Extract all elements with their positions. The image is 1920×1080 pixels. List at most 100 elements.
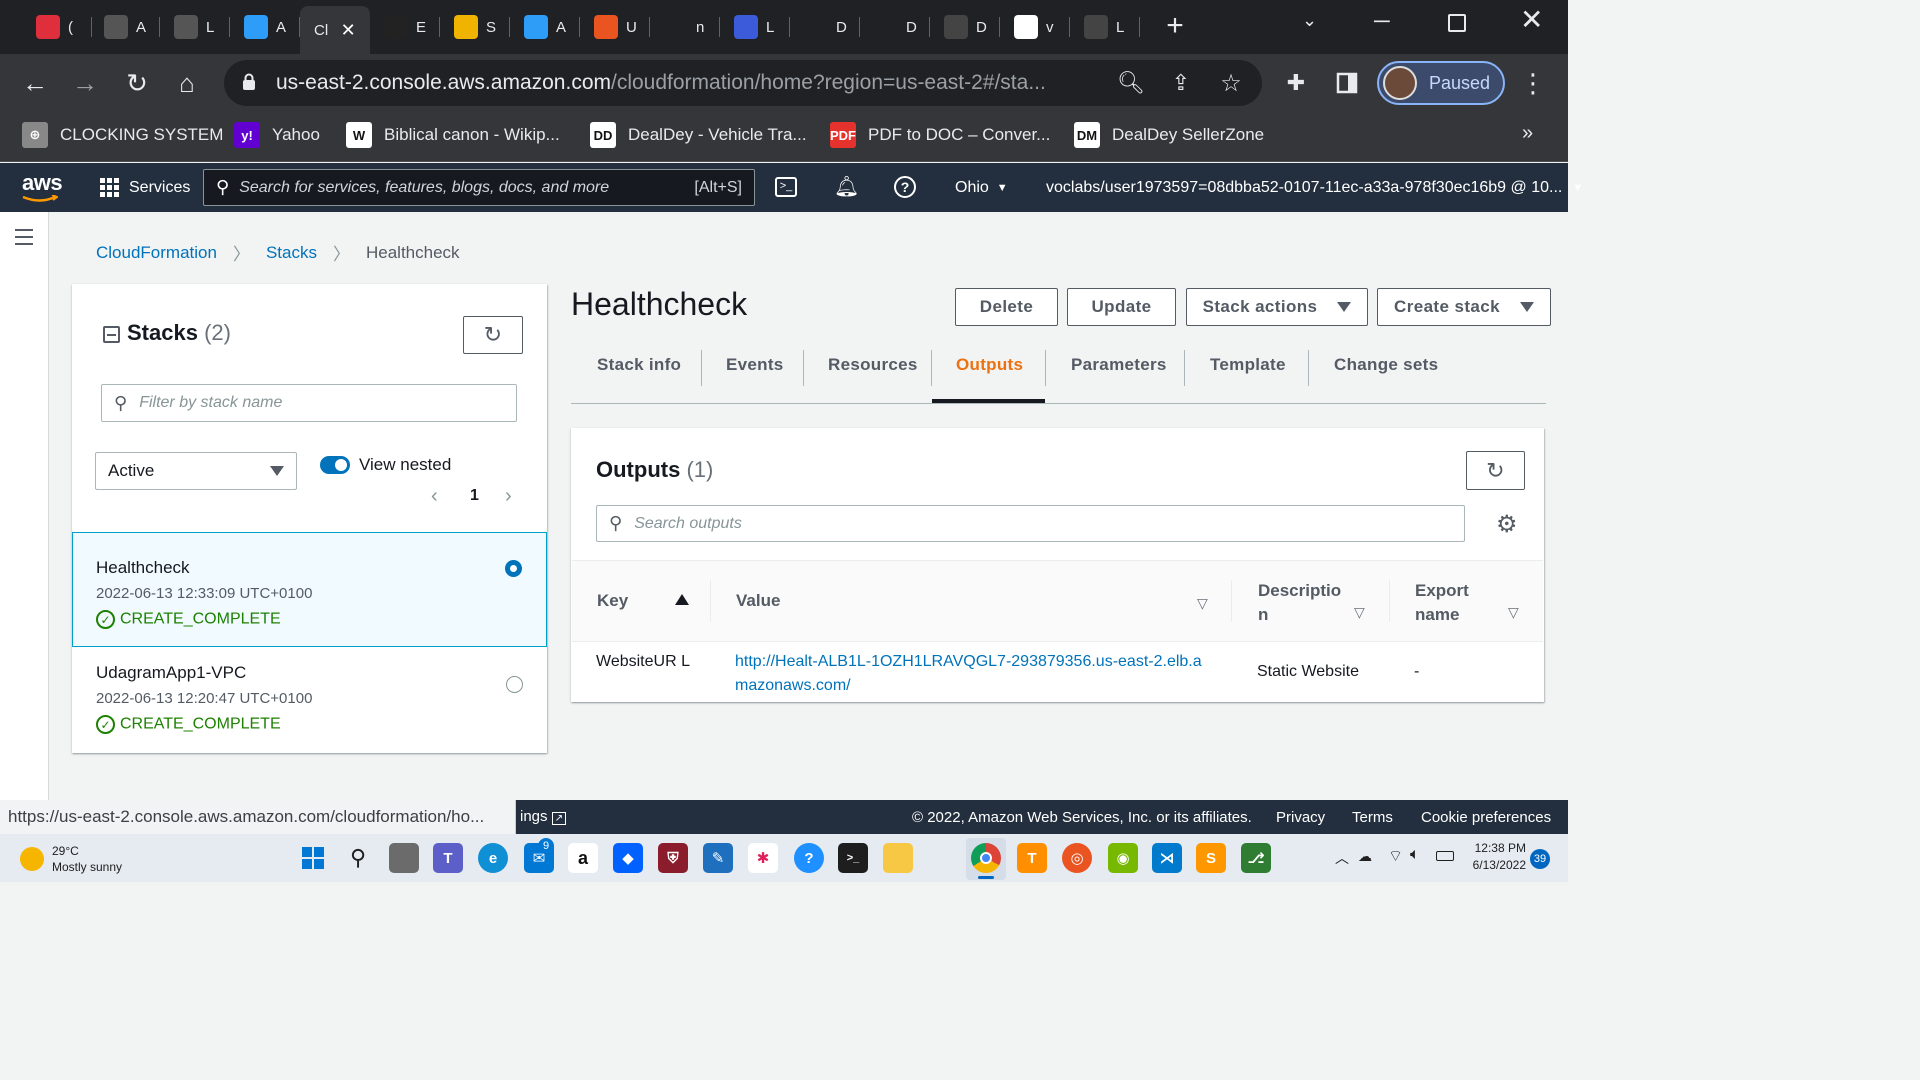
file-explorer-icon[interactable]: [883, 843, 913, 873]
browser-tab[interactable]: U: [580, 8, 650, 46]
delete-button[interactable]: Delete: [955, 288, 1058, 326]
chrome-icon[interactable]: [971, 843, 1001, 873]
refresh-outputs-button[interactable]: ↻: [1466, 451, 1525, 490]
tab-search-icon[interactable]: ⌄: [1302, 10, 1326, 34]
aws-logo[interactable]: aws: [22, 170, 63, 202]
tab-parameters[interactable]: Parameters: [1071, 355, 1167, 381]
browser-tab[interactable]: A: [90, 8, 160, 46]
browser-tab[interactable]: D: [790, 8, 860, 46]
filter-stacks-input[interactable]: ⚲ Filter by stack name: [101, 384, 517, 422]
column-header-value[interactable]: Value: [736, 591, 780, 611]
amazon-icon[interactable]: a: [568, 843, 598, 873]
tab-template[interactable]: Template: [1210, 355, 1286, 381]
update-button[interactable]: Update: [1067, 288, 1176, 326]
browser-tab[interactable]: Cl ✕: [300, 6, 370, 54]
aws-search-input[interactable]: ⚲ Search for services, features, blogs, …: [203, 169, 755, 206]
stack-name[interactable]: Healthcheck: [96, 558, 190, 578]
browser-tab[interactable]: A: [230, 8, 300, 46]
browser-tab[interactable]: L: [1070, 8, 1140, 46]
wifi-icon[interactable]: ⌔: [1388, 846, 1403, 866]
clock[interactable]: 12:38 PM 6/13/2022: [1462, 840, 1526, 874]
back-icon[interactable]: ←: [16, 64, 54, 102]
taskbar-search-icon[interactable]: ⚲: [343, 843, 373, 873]
page-number[interactable]: 1: [470, 487, 479, 505]
tab-resources[interactable]: Resources: [828, 355, 918, 381]
tab-outputs[interactable]: Outputs: [956, 355, 1023, 381]
account-menu[interactable]: voclabs/user1973597=08dbba52-0107-11ec-a…: [1046, 179, 1583, 197]
restore-button[interactable]: [1448, 14, 1466, 32]
services-menu[interactable]: Services: [100, 178, 190, 197]
zoom-icon[interactable]: 🔍︎: [1112, 64, 1150, 102]
profile-button[interactable]: Paused: [1377, 61, 1505, 105]
help-app-icon[interactable]: ?: [794, 843, 824, 873]
nvidia-icon[interactable]: ◉: [1108, 843, 1138, 873]
next-page-icon[interactable]: ›: [505, 485, 512, 508]
bookmark-item[interactable]: y! Yahoo: [234, 120, 320, 150]
cookie-preferences-link[interactable]: Cookie preferences: [1421, 809, 1551, 826]
dropbox-icon[interactable]: ◆: [613, 843, 643, 873]
breadcrumb-cloudformation[interactable]: CloudFormation: [96, 243, 217, 263]
edge-icon[interactable]: e: [478, 843, 508, 873]
sort-icon[interactable]: ▽: [1508, 604, 1519, 621]
privacy-link[interactable]: Privacy: [1276, 809, 1325, 826]
notifications-bell-icon[interactable]: 🔔︎: [834, 174, 859, 199]
terms-link[interactable]: Terms: [1352, 809, 1393, 826]
onedrive-icon[interactable]: ☁: [1358, 848, 1372, 865]
stack-actions-button[interactable]: Stack actions: [1186, 288, 1368, 326]
close-icon[interactable]: ✕: [336, 18, 361, 42]
search-outputs-input[interactable]: ⚲ Search outputs: [596, 505, 1465, 542]
terminal-icon[interactable]: >_: [838, 843, 868, 873]
address-bar[interactable]: us-east-2.console.aws.amazon.com/cloudfo…: [224, 60, 1262, 106]
tray-overflow-icon[interactable]: ︿: [1335, 848, 1349, 868]
minimize-button[interactable]: ─: [1374, 8, 1398, 33]
side-panel-icon[interactable]: [1328, 64, 1366, 102]
stack-radio[interactable]: [506, 676, 523, 693]
refresh-stacks-button[interactable]: ↻: [463, 316, 523, 354]
tensorflow-icon[interactable]: T: [1017, 843, 1047, 873]
stack-name[interactable]: UdagramApp1-VPC: [96, 663, 246, 683]
bookmark-item[interactable]: ⊕ CLOCKING SYSTEM: [22, 120, 223, 150]
volume-icon[interactable]: 🔈︎: [1410, 846, 1420, 864]
browser-tab[interactable]: A: [510, 8, 580, 46]
browser-tab[interactable]: D: [930, 8, 1000, 46]
prev-page-icon[interactable]: ‹: [431, 485, 438, 508]
output-value-link[interactable]: http://Healt-ALB1L-1OZH1LRAVQGL7-2938793…: [735, 650, 1205, 698]
battery-icon[interactable]: [1436, 851, 1454, 861]
collapse-panel-icon[interactable]: [103, 326, 120, 343]
new-tab-button[interactable]: +: [1160, 11, 1190, 42]
tool-app-icon[interactable]: ✎: [703, 843, 733, 873]
column-header-key[interactable]: Key: [597, 591, 628, 611]
browser-tab[interactable]: v: [1000, 8, 1070, 46]
browser-tab[interactable]: S: [440, 8, 510, 46]
sublime-icon[interactable]: S: [1196, 843, 1226, 873]
bookmark-star-icon[interactable]: ☆: [1212, 64, 1250, 102]
column-header-description[interactable]: Descriptio n: [1258, 579, 1348, 627]
task-view-icon[interactable]: [389, 843, 419, 873]
cloudshell-icon[interactable]: >_: [775, 177, 797, 197]
browser-tab[interactable]: L: [160, 8, 230, 46]
sort-ascending-icon[interactable]: [675, 594, 689, 605]
forward-icon[interactable]: →: [66, 64, 104, 102]
ubuntu-icon[interactable]: ◎: [1062, 843, 1092, 873]
reload-icon[interactable]: ↻: [118, 64, 156, 102]
bookmark-item[interactable]: PDF PDF to DOC – Conver...: [830, 120, 1050, 150]
close-window-button[interactable]: ✕: [1520, 6, 1544, 34]
settings-gear-icon[interactable]: ⚙: [1496, 510, 1518, 539]
git-app-icon[interactable]: ⎇: [1241, 843, 1271, 873]
hamburger-menu-icon[interactable]: [15, 229, 33, 245]
tab-change-sets[interactable]: Change sets: [1334, 355, 1438, 381]
browser-tab[interactable]: L: [720, 8, 790, 46]
tab-stack-info[interactable]: Stack info: [597, 355, 681, 381]
stack-radio-selected[interactable]: [505, 560, 522, 577]
bookmark-item[interactable]: DM DealDey SellerZone: [1074, 120, 1264, 150]
vscode-icon[interactable]: ⋊: [1152, 843, 1182, 873]
sort-icon[interactable]: ▽: [1197, 595, 1208, 612]
home-icon[interactable]: ⌂: [168, 64, 206, 102]
start-button[interactable]: [298, 843, 328, 873]
browser-tab[interactable]: n: [650, 8, 720, 46]
share-icon[interactable]: ⇪: [1162, 64, 1200, 102]
bookmark-item[interactable]: DD DealDey - Vehicle Tra...: [590, 120, 807, 150]
column-header-export[interactable]: Export name: [1415, 579, 1495, 627]
status-filter-select[interactable]: Active: [95, 452, 297, 490]
browser-tab[interactable]: D: [860, 8, 930, 46]
